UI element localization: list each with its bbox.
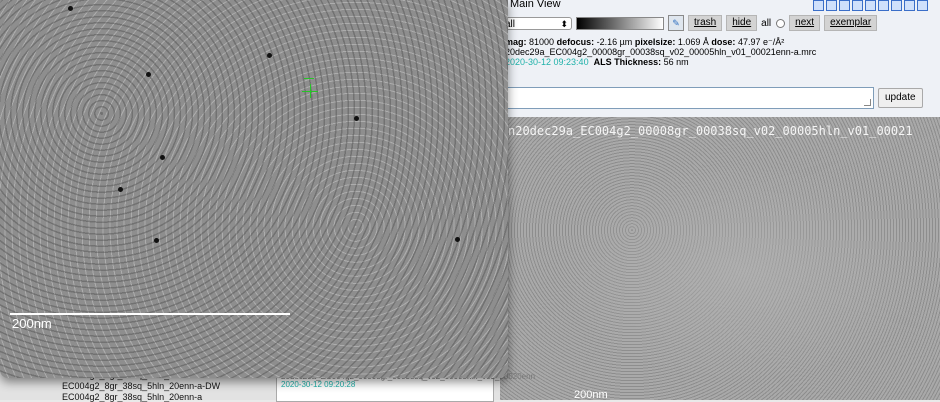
popup-image-viewer[interactable]: 200nm [0, 0, 508, 378]
als-value: 56 nm [663, 57, 689, 67]
tool-icon[interactable] [891, 0, 902, 11]
defocus-label: defocus: [556, 37, 595, 47]
pixelsize-label: pixelsize: [634, 37, 676, 47]
image-toolbar: all ✎ trash hide all next exemplar [500, 14, 878, 32]
mag-label: mag: [505, 37, 527, 47]
list-item[interactable]: EC004g2_8gr_38sq_5hln_20enn-a-DW [62, 381, 220, 391]
tool-icon[interactable] [878, 0, 889, 11]
dose-label: dose: [711, 37, 736, 47]
image-timestamp: 2020-30-12 09:23:40 [505, 57, 589, 67]
trash-button[interactable]: trash [688, 15, 723, 31]
update-button[interactable]: update [878, 88, 923, 108]
mag-value: 81000 [529, 37, 555, 47]
all-label: all [761, 17, 772, 29]
scale-bar [10, 313, 290, 315]
crosshair-icon [302, 78, 318, 100]
tool-icon[interactable] [904, 0, 915, 11]
micrograph-scale-label: 200nm [574, 389, 608, 401]
particle-dot [146, 72, 151, 77]
micrograph-image[interactable] [500, 117, 940, 400]
pixelsize-value: 1.069 Å [677, 37, 709, 47]
exemplar-button[interactable]: exemplar [824, 15, 878, 31]
tool-icon[interactable] [839, 0, 850, 11]
contrast-gradient[interactable] [576, 16, 664, 30]
image-filename: 20dec29a_EC004g2_00008gr_00038sq_v02_000… [505, 47, 817, 57]
image-info: mag: 81000 defocus: -2.16 µm pixelsize: … [505, 37, 816, 67]
tool-icon[interactable] [917, 0, 928, 11]
thumbnail-timestamp: 2020-30-12 09:20:28 [281, 380, 356, 389]
tool-icon[interactable] [852, 0, 863, 11]
dose-value: 47.97 e⁻/Å² [737, 37, 785, 47]
list-item[interactable]: EC004g2_8gr_38sq_5hln_20enn-a [62, 392, 202, 402]
filter-select[interactable]: all [500, 16, 572, 31]
particle-dot [118, 187, 123, 192]
tool-icon[interactable] [865, 0, 876, 11]
hide-button[interactable]: hide [726, 15, 758, 31]
comment-textarea[interactable] [500, 87, 874, 109]
particle-dot [267, 53, 272, 58]
particle-dot [354, 116, 359, 121]
particle-dot [455, 237, 460, 242]
edit-icon[interactable]: ✎ [668, 15, 684, 31]
tool-icon[interactable] [826, 0, 837, 11]
all-radio[interactable] [776, 18, 786, 28]
als-label: ALS Thickness: [593, 57, 662, 67]
main-view-title: Main View [510, 0, 561, 10]
tool-icon[interactable] [813, 0, 824, 11]
particle-dot [68, 6, 73, 11]
defocus-value: -2.16 µm [596, 37, 633, 47]
micrograph-filename: n20dec29a_EC004g2_00008gr_00038sq_v02_00… [508, 124, 913, 138]
popup-scale-label: 200nm [12, 316, 52, 331]
next-button[interactable]: next [789, 15, 821, 31]
particle-dot [160, 155, 165, 160]
view-toolbar-icons [813, 0, 928, 11]
particle-dot [154, 238, 159, 243]
